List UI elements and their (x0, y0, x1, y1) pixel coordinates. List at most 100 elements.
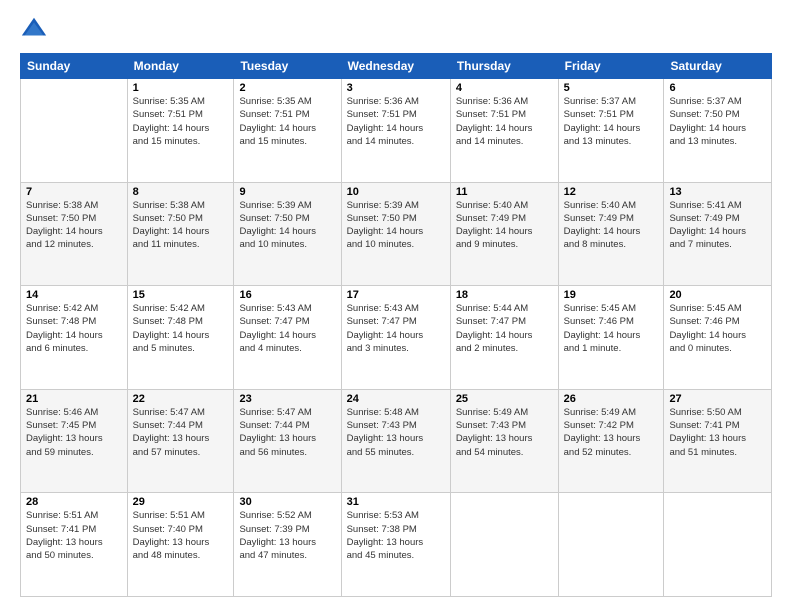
cell-content: Sunrise: 5:41 AM Sunset: 7:49 PM Dayligh… (669, 199, 766, 252)
cell-content: Sunrise: 5:38 AM Sunset: 7:50 PM Dayligh… (26, 199, 122, 252)
header-day-saturday: Saturday (664, 54, 772, 79)
week-row-4: 21Sunrise: 5:46 AM Sunset: 7:45 PM Dayli… (21, 389, 772, 493)
cell-1-7: 6Sunrise: 5:37 AM Sunset: 7:50 PM Daylig… (664, 79, 772, 183)
cell-content: Sunrise: 5:44 AM Sunset: 7:47 PM Dayligh… (456, 302, 553, 355)
cell-4-1: 21Sunrise: 5:46 AM Sunset: 7:45 PM Dayli… (21, 389, 128, 493)
week-row-1: 1Sunrise: 5:35 AM Sunset: 7:51 PM Daylig… (21, 79, 772, 183)
cell-content: Sunrise: 5:45 AM Sunset: 7:46 PM Dayligh… (564, 302, 659, 355)
header-day-wednesday: Wednesday (341, 54, 450, 79)
day-number: 3 (347, 82, 445, 94)
cell-2-7: 13Sunrise: 5:41 AM Sunset: 7:49 PM Dayli… (664, 182, 772, 286)
cell-content: Sunrise: 5:42 AM Sunset: 7:48 PM Dayligh… (133, 302, 229, 355)
page: SundayMondayTuesdayWednesdayThursdayFrid… (0, 0, 792, 612)
week-row-5: 28Sunrise: 5:51 AM Sunset: 7:41 PM Dayli… (21, 493, 772, 597)
cell-content: Sunrise: 5:39 AM Sunset: 7:50 PM Dayligh… (239, 199, 335, 252)
cell-content: Sunrise: 5:35 AM Sunset: 7:51 PM Dayligh… (239, 95, 335, 148)
cell-content: Sunrise: 5:51 AM Sunset: 7:41 PM Dayligh… (26, 509, 122, 562)
cell-2-5: 11Sunrise: 5:40 AM Sunset: 7:49 PM Dayli… (450, 182, 558, 286)
cell-1-3: 2Sunrise: 5:35 AM Sunset: 7:51 PM Daylig… (234, 79, 341, 183)
day-number: 2 (239, 82, 335, 94)
cell-content: Sunrise: 5:37 AM Sunset: 7:51 PM Dayligh… (564, 95, 659, 148)
cell-content: Sunrise: 5:40 AM Sunset: 7:49 PM Dayligh… (564, 199, 659, 252)
cell-3-2: 15Sunrise: 5:42 AM Sunset: 7:48 PM Dayli… (127, 286, 234, 390)
cell-5-1: 28Sunrise: 5:51 AM Sunset: 7:41 PM Dayli… (21, 493, 128, 597)
cell-3-7: 20Sunrise: 5:45 AM Sunset: 7:46 PM Dayli… (664, 286, 772, 390)
day-number: 12 (564, 186, 659, 198)
day-number: 6 (669, 82, 766, 94)
day-number: 15 (133, 289, 229, 301)
header-day-monday: Monday (127, 54, 234, 79)
cell-5-6 (558, 493, 664, 597)
day-number: 30 (239, 496, 335, 508)
cell-1-6: 5Sunrise: 5:37 AM Sunset: 7:51 PM Daylig… (558, 79, 664, 183)
cell-content: Sunrise: 5:48 AM Sunset: 7:43 PM Dayligh… (347, 406, 445, 459)
cell-content: Sunrise: 5:52 AM Sunset: 7:39 PM Dayligh… (239, 509, 335, 562)
cell-content: Sunrise: 5:46 AM Sunset: 7:45 PM Dayligh… (26, 406, 122, 459)
cell-5-3: 30Sunrise: 5:52 AM Sunset: 7:39 PM Dayli… (234, 493, 341, 597)
header-day-tuesday: Tuesday (234, 54, 341, 79)
logo (20, 15, 52, 43)
cell-4-6: 26Sunrise: 5:49 AM Sunset: 7:42 PM Dayli… (558, 389, 664, 493)
day-number: 26 (564, 393, 659, 405)
cell-3-4: 17Sunrise: 5:43 AM Sunset: 7:47 PM Dayli… (341, 286, 450, 390)
cell-content: Sunrise: 5:49 AM Sunset: 7:43 PM Dayligh… (456, 406, 553, 459)
cell-content: Sunrise: 5:37 AM Sunset: 7:50 PM Dayligh… (669, 95, 766, 148)
cell-2-2: 8Sunrise: 5:38 AM Sunset: 7:50 PM Daylig… (127, 182, 234, 286)
day-number: 23 (239, 393, 335, 405)
cell-5-4: 31Sunrise: 5:53 AM Sunset: 7:38 PM Dayli… (341, 493, 450, 597)
day-number: 10 (347, 186, 445, 198)
week-row-2: 7Sunrise: 5:38 AM Sunset: 7:50 PM Daylig… (21, 182, 772, 286)
day-number: 19 (564, 289, 659, 301)
header-day-sunday: Sunday (21, 54, 128, 79)
cell-1-4: 3Sunrise: 5:36 AM Sunset: 7:51 PM Daylig… (341, 79, 450, 183)
cell-content: Sunrise: 5:49 AM Sunset: 7:42 PM Dayligh… (564, 406, 659, 459)
day-number: 24 (347, 393, 445, 405)
day-number: 14 (26, 289, 122, 301)
day-number: 20 (669, 289, 766, 301)
cell-content: Sunrise: 5:51 AM Sunset: 7:40 PM Dayligh… (133, 509, 229, 562)
day-number: 18 (456, 289, 553, 301)
day-number: 21 (26, 393, 122, 405)
header-day-thursday: Thursday (450, 54, 558, 79)
cell-content: Sunrise: 5:50 AM Sunset: 7:41 PM Dayligh… (669, 406, 766, 459)
day-number: 1 (133, 82, 229, 94)
cell-content: Sunrise: 5:53 AM Sunset: 7:38 PM Dayligh… (347, 509, 445, 562)
cell-2-6: 12Sunrise: 5:40 AM Sunset: 7:49 PM Dayli… (558, 182, 664, 286)
week-row-3: 14Sunrise: 5:42 AM Sunset: 7:48 PM Dayli… (21, 286, 772, 390)
cell-2-4: 10Sunrise: 5:39 AM Sunset: 7:50 PM Dayli… (341, 182, 450, 286)
day-number: 25 (456, 393, 553, 405)
cell-4-7: 27Sunrise: 5:50 AM Sunset: 7:41 PM Dayli… (664, 389, 772, 493)
day-number: 31 (347, 496, 445, 508)
day-number: 9 (239, 186, 335, 198)
header (20, 15, 772, 43)
cell-5-7 (664, 493, 772, 597)
cell-4-3: 23Sunrise: 5:47 AM Sunset: 7:44 PM Dayli… (234, 389, 341, 493)
cell-content: Sunrise: 5:35 AM Sunset: 7:51 PM Dayligh… (133, 95, 229, 148)
header-row: SundayMondayTuesdayWednesdayThursdayFrid… (21, 54, 772, 79)
cell-1-5: 4Sunrise: 5:36 AM Sunset: 7:51 PM Daylig… (450, 79, 558, 183)
cell-5-2: 29Sunrise: 5:51 AM Sunset: 7:40 PM Dayli… (127, 493, 234, 597)
cell-4-4: 24Sunrise: 5:48 AM Sunset: 7:43 PM Dayli… (341, 389, 450, 493)
cell-content: Sunrise: 5:43 AM Sunset: 7:47 PM Dayligh… (239, 302, 335, 355)
cell-2-1: 7Sunrise: 5:38 AM Sunset: 7:50 PM Daylig… (21, 182, 128, 286)
cell-content: Sunrise: 5:38 AM Sunset: 7:50 PM Dayligh… (133, 199, 229, 252)
cell-content: Sunrise: 5:42 AM Sunset: 7:48 PM Dayligh… (26, 302, 122, 355)
day-number: 28 (26, 496, 122, 508)
day-number: 13 (669, 186, 766, 198)
cell-4-5: 25Sunrise: 5:49 AM Sunset: 7:43 PM Dayli… (450, 389, 558, 493)
day-number: 27 (669, 393, 766, 405)
cell-3-5: 18Sunrise: 5:44 AM Sunset: 7:47 PM Dayli… (450, 286, 558, 390)
day-number: 16 (239, 289, 335, 301)
cell-content: Sunrise: 5:45 AM Sunset: 7:46 PM Dayligh… (669, 302, 766, 355)
day-number: 29 (133, 496, 229, 508)
day-number: 8 (133, 186, 229, 198)
day-number: 17 (347, 289, 445, 301)
logo-icon (20, 15, 48, 43)
cell-3-1: 14Sunrise: 5:42 AM Sunset: 7:48 PM Dayli… (21, 286, 128, 390)
header-day-friday: Friday (558, 54, 664, 79)
cell-content: Sunrise: 5:43 AM Sunset: 7:47 PM Dayligh… (347, 302, 445, 355)
cell-content: Sunrise: 5:40 AM Sunset: 7:49 PM Dayligh… (456, 199, 553, 252)
cell-4-2: 22Sunrise: 5:47 AM Sunset: 7:44 PM Dayli… (127, 389, 234, 493)
cell-3-3: 16Sunrise: 5:43 AM Sunset: 7:47 PM Dayli… (234, 286, 341, 390)
day-number: 7 (26, 186, 122, 198)
